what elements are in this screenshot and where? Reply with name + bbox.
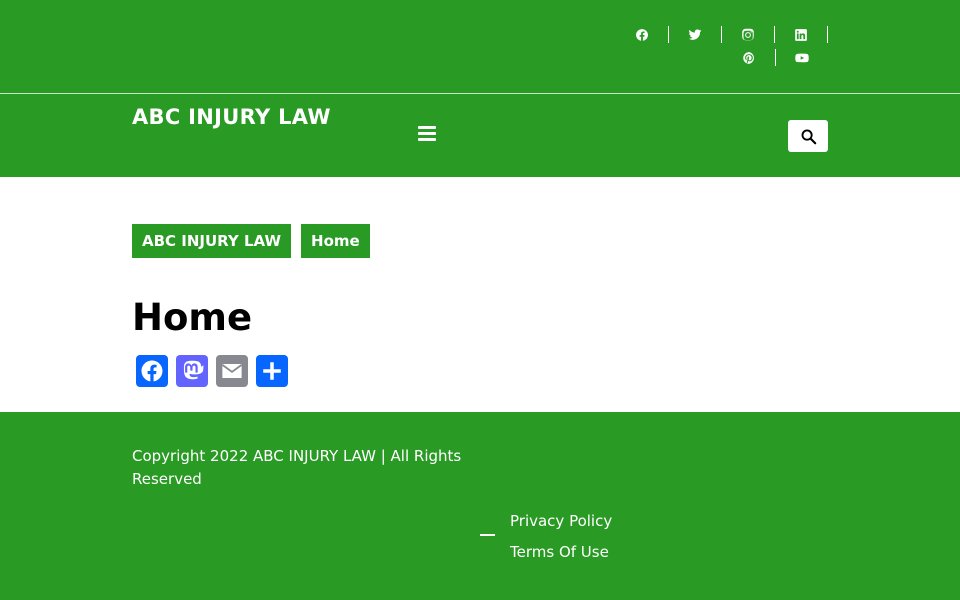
- mastodon-share-icon: [183, 360, 204, 380]
- instagram-link[interactable]: [722, 26, 775, 43]
- search-button[interactable]: [788, 120, 828, 152]
- twitter-icon: [688, 28, 702, 40]
- facebook-link[interactable]: [616, 26, 669, 43]
- pinterest-icon: [743, 51, 754, 64]
- instagram-icon: [742, 28, 754, 40]
- share-button[interactable]: [256, 355, 288, 387]
- youtube-icon: [795, 53, 809, 62]
- twitter-link[interactable]: [669, 26, 722, 43]
- site-brand[interactable]: ABC INJURY LAW: [132, 98, 332, 136]
- breadcrumb: ABC INJURY LAW Home: [132, 224, 380, 258]
- social-links-row-2: [723, 49, 828, 66]
- copyright-text: Copyright 2022 ABC INJURY LAW | All Righ…: [132, 447, 462, 488]
- top-bar: [0, 0, 960, 94]
- site-footer: [0, 412, 960, 600]
- facebook-icon: [636, 28, 648, 41]
- email-share-icon: [221, 364, 243, 378]
- mastodon-share-button[interactable]: [176, 355, 208, 387]
- breadcrumb-item-current: Home: [301, 224, 370, 258]
- facebook-share-icon: [141, 360, 163, 382]
- linkedin-link[interactable]: [775, 26, 828, 43]
- privacy-policy-link[interactable]: Privacy Policy: [510, 506, 612, 537]
- breadcrumb-item-home-site[interactable]: ABC INJURY LAW: [132, 224, 292, 258]
- footer-links: Privacy Policy Terms Of Use: [510, 506, 612, 568]
- linkedin-icon: [795, 28, 807, 41]
- social-links-row: [616, 26, 828, 43]
- youtube-link[interactable]: [776, 49, 828, 66]
- email-share-button[interactable]: [216, 355, 248, 387]
- terms-of-use-link[interactable]: Terms Of Use: [510, 537, 612, 568]
- page-title: Home: [132, 296, 253, 339]
- pinterest-link[interactable]: [723, 49, 776, 66]
- search-icon: [801, 129, 816, 144]
- facebook-share-button[interactable]: [136, 355, 168, 387]
- share-buttons: [136, 355, 296, 387]
- share-icon: [263, 362, 281, 380]
- footer-menu-dash: [480, 534, 495, 536]
- hamburger-icon[interactable]: [418, 126, 436, 142]
